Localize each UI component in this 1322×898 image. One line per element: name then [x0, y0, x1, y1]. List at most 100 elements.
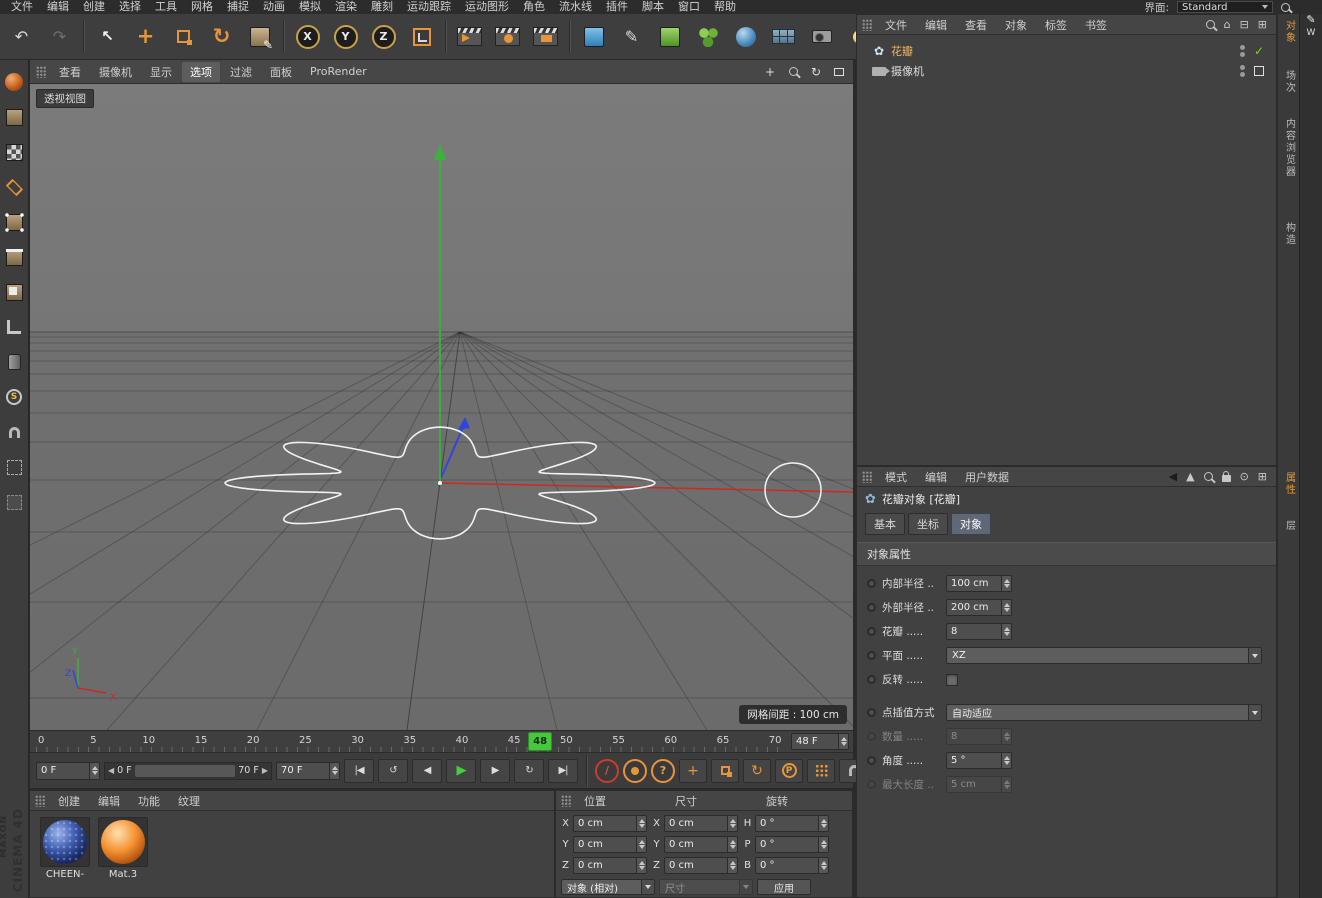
lock-y-button[interactable]: Y [327, 17, 364, 57]
menu-item[interactable]: 流水线 [552, 0, 599, 14]
texture-mode-button[interactable] [2, 140, 26, 164]
stepper-icon[interactable] [636, 816, 646, 831]
polygons-mode-button[interactable] [2, 280, 26, 304]
ruler-tick[interactable]: 70 [769, 735, 782, 746]
render-view-button[interactable] [451, 17, 488, 57]
ruler-tick[interactable]: 35 [403, 735, 416, 746]
material-item[interactable]: CHEEN- [38, 817, 92, 880]
prev-frame-button[interactable]: ◀ [412, 758, 442, 783]
tab-structure[interactable]: 构造 [1278, 222, 1300, 246]
om-menu-edit[interactable]: 编辑 [917, 16, 955, 34]
viewport-menu-view[interactable]: 查看 [51, 62, 89, 82]
mograph-button[interactable] [689, 17, 726, 57]
volumes-button[interactable] [727, 17, 764, 57]
tab-object[interactable]: 对象 [951, 513, 991, 535]
autokey-button[interactable] [623, 758, 647, 783]
apply-button[interactable]: 应用 [757, 879, 811, 895]
material-menu-function[interactable]: 功能 [130, 792, 168, 810]
snap-button[interactable]: S [2, 385, 26, 409]
keyframe-dot-icon[interactable] [867, 756, 876, 765]
range-right-arrow-icon[interactable]: ▶ [262, 766, 268, 775]
lock-x-button[interactable]: X [289, 17, 326, 57]
petal-count-input[interactable]: 8 [946, 623, 1012, 640]
om-menu-objects[interactable]: 对象 [997, 16, 1035, 34]
stepper-icon[interactable] [1001, 624, 1011, 639]
ruler-tick[interactable]: 25 [299, 735, 312, 746]
redo-button[interactable]: ↷ [41, 17, 78, 57]
ruler-tick[interactable]: 55 [612, 735, 625, 746]
panel-grip-icon[interactable] [35, 794, 45, 807]
stepper-icon[interactable] [727, 837, 737, 852]
material-menu-edit[interactable]: 编辑 [90, 792, 128, 810]
ruler-tick[interactable]: 5 [90, 735, 96, 746]
expand-icon[interactable]: ⊞ [1258, 19, 1267, 30]
coordinate-input[interactable]: 0 cm [664, 836, 738, 853]
menu-item[interactable]: 帮助 [707, 0, 743, 14]
keyframe-dot-icon[interactable] [867, 579, 876, 588]
viewport-menu-cameras[interactable]: 摄像机 [91, 62, 140, 82]
view-label[interactable]: 透视视图 [36, 89, 94, 108]
ruler-tick[interactable]: 30 [351, 735, 364, 746]
coordinate-input[interactable]: 0 cm [573, 815, 647, 832]
viewport-menu-filter[interactable]: 过滤 [222, 62, 260, 82]
material-preview-sphere[interactable] [40, 817, 90, 867]
menu-item[interactable]: 文件 [4, 0, 40, 14]
material-name[interactable]: Mat.3 [109, 869, 137, 880]
keyframe-dot-icon[interactable] [867, 708, 876, 717]
enabled-check-icon[interactable]: ✓ [1254, 44, 1264, 58]
reverse-checkbox[interactable] [946, 673, 958, 686]
timeline-playhead[interactable]: 48 [528, 732, 553, 751]
section-object-properties[interactable]: 对象属性 [857, 542, 1276, 566]
camera-view-toggle-icon[interactable] [1254, 66, 1264, 76]
convert-editable-button[interactable] [2, 70, 26, 94]
collapse-icon[interactable]: ⊟ [1240, 19, 1249, 30]
tab-layers[interactable]: 层 [1278, 520, 1300, 532]
keyframe-dot-icon[interactable] [867, 603, 876, 612]
fields-button[interactable] [765, 17, 802, 57]
material-menu-texture[interactable]: 纹理 [170, 792, 208, 810]
object-row-camera[interactable]: 摄像机 [861, 61, 1276, 81]
material-item[interactable]: Mat.3 [96, 817, 150, 880]
keyframe-dot-icon[interactable] [867, 651, 876, 660]
live-selection-button[interactable]: ↖ [89, 17, 126, 57]
menu-item[interactable]: 角色 [516, 0, 552, 14]
stepper-icon[interactable] [818, 837, 828, 852]
menu-item[interactable]: 运动跟踪 [400, 0, 458, 14]
scale-button[interactable] [165, 17, 202, 57]
menu-item[interactable]: 捕捉 [220, 0, 256, 14]
coordinate-input[interactable]: 0 cm [573, 836, 647, 853]
material-name[interactable]: CHEEN- [46, 869, 84, 880]
stepper-icon[interactable] [329, 762, 339, 779]
goto-start-button[interactable]: |◀ [344, 758, 374, 783]
search-icon[interactable] [1205, 20, 1215, 29]
panel-grip-icon[interactable] [561, 794, 571, 807]
ruler-tick[interactable]: 20 [247, 735, 260, 746]
viewport-menu-options[interactable]: 选项 [182, 61, 220, 82]
ruler-tick[interactable]: 65 [717, 735, 730, 746]
angle-input[interactable]: 5 ° [946, 752, 1012, 769]
plane-dropdown[interactable]: XZ [946, 647, 1262, 664]
scene-view[interactable]: Y Z X [30, 84, 853, 730]
om-menu-tags[interactable]: 标签 [1037, 16, 1075, 34]
points-mode-button[interactable] [2, 210, 26, 234]
ruler-tick[interactable]: 45 [508, 735, 521, 746]
stepper-icon[interactable] [838, 734, 848, 749]
primitive-cube-button[interactable] [575, 17, 612, 57]
coordinate-input[interactable]: 0 cm [664, 857, 738, 874]
menu-item[interactable]: 雕刻 [364, 0, 400, 14]
workplane-lock-button[interactable] [2, 490, 26, 514]
timeline-ruler[interactable]: 0 5 10 15 20 25 30 35 40 45 50 55 60 65 70 48 48 F [30, 730, 853, 752]
am-menu-mode[interactable]: 模式 [877, 468, 915, 486]
coordinate-input[interactable]: 0 cm [664, 815, 738, 832]
menu-item[interactable]: 选择 [112, 0, 148, 14]
stepper-icon[interactable] [1001, 576, 1011, 591]
ruler-tick[interactable]: 40 [456, 735, 469, 746]
tab-takes[interactable]: 场次 [1278, 70, 1300, 94]
timeline-range-slider[interactable]: ◀ 0 F 70 F ▶ [104, 761, 272, 780]
quantize-button[interactable] [2, 455, 26, 479]
search-icon[interactable] [1203, 472, 1213, 481]
range-start-field[interactable]: 0 F [36, 761, 100, 780]
home-icon[interactable]: ⌂ [1224, 19, 1231, 30]
viewport-menu-display[interactable]: 显示 [142, 62, 180, 82]
panel-grip-icon[interactable] [36, 65, 46, 78]
